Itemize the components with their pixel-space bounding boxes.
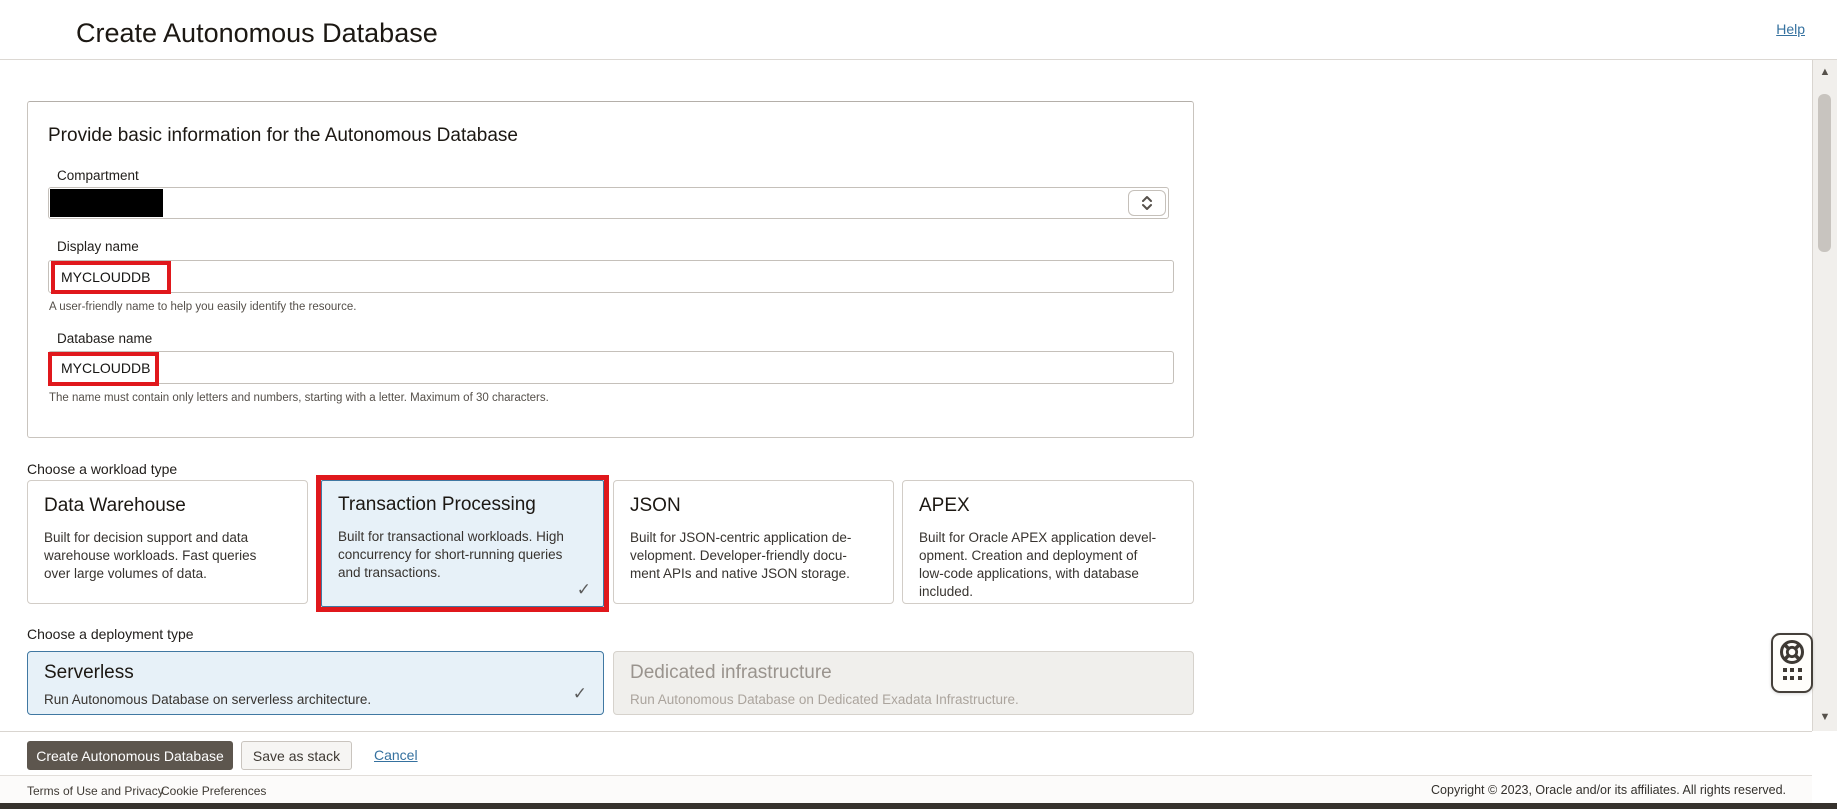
page-header: Create Autonomous Database Help	[0, 0, 1837, 60]
database-name-helper: The name must contain only letters and n…	[49, 392, 549, 404]
selected-check-icon: ✓	[572, 684, 587, 703]
copyright-text: Copyright © 2023, Oracle and/or its affi…	[1431, 783, 1786, 797]
deployment-card-dedicated-infrastructure: Dedicated infrastructure Run Autonomous …	[613, 651, 1194, 715]
workload-type-label: Choose a workload type	[27, 461, 178, 477]
deployment-card-title: Serverless	[44, 662, 134, 683]
create-autonomous-database-page: Create Autonomous Database Help Provide …	[0, 0, 1837, 809]
page-footer: Terms of Use and Privacy Cookie Preferen…	[0, 775, 1812, 803]
deployment-card-serverless[interactable]: Serverless Run Autonomous Database on se…	[27, 651, 604, 715]
workload-card-json[interactable]: JSON Built for JSON-centric application …	[613, 480, 894, 604]
save-as-stack-button[interactable]: Save as stack	[241, 741, 352, 770]
workload-card-description: Built for transactional workloads. High …	[338, 529, 564, 580]
compartment-label: Compartment	[57, 168, 139, 183]
scrollbar-thumb[interactable]	[1818, 94, 1831, 252]
display-name-label: Display name	[57, 239, 139, 254]
display-name-helper: A user-friendly name to help you easily …	[49, 301, 357, 313]
compartment-select[interactable]	[48, 187, 1169, 219]
basic-info-card: Provide basic information for the Autono…	[27, 101, 1194, 438]
vertical-scrollbar[interactable]: ▲ ▼	[1812, 60, 1837, 731]
terms-of-use-link[interactable]: Terms of Use and Privacy	[27, 784, 164, 798]
workload-card-title: APEX	[919, 495, 970, 516]
workload-card-description: Built for Oracle APEX application devel-…	[919, 530, 1157, 599]
scroll-down-icon[interactable]: ▼	[1813, 711, 1837, 723]
help-link[interactable]: Help	[1776, 21, 1805, 37]
compartment-value-redacted	[50, 189, 163, 217]
cancel-link[interactable]: Cancel	[374, 747, 418, 763]
selected-check-icon: ✓	[576, 580, 591, 599]
transaction-processing-annotation-box: Transaction Processing Built for transac…	[316, 475, 609, 612]
workload-card-description: Built for JSON-centric application de- v…	[630, 530, 852, 581]
life-ring-icon	[1779, 639, 1805, 665]
bottom-window-edge	[0, 803, 1837, 809]
workload-card-data-warehouse[interactable]: Data Warehouse Built for decision suppor…	[27, 480, 308, 604]
chevron-up-down-icon	[1142, 196, 1152, 210]
database-name-label: Database name	[57, 331, 153, 346]
workload-card-transaction-processing[interactable]: Transaction Processing Built for transac…	[321, 480, 604, 607]
workload-card-title: Data Warehouse	[44, 495, 186, 516]
workload-card-description: Built for decision support and data ware…	[44, 530, 257, 581]
deployment-type-label: Choose a deployment type	[27, 626, 194, 642]
workload-card-title: JSON	[630, 495, 681, 516]
support-widget-button[interactable]	[1771, 633, 1813, 693]
grid-dots-icon	[1782, 668, 1802, 680]
deployment-card-description: Run Autonomous Database on Dedicated Exa…	[630, 692, 1019, 707]
display-name-input[interactable]	[48, 260, 1174, 293]
page-title: Create Autonomous Database	[76, 18, 438, 48]
create-autonomous-database-button[interactable]: Create Autonomous Database	[27, 741, 233, 770]
cookie-preferences-link[interactable]: Cookie Preferences	[161, 784, 266, 798]
database-name-input[interactable]	[48, 351, 1174, 384]
basic-info-heading: Provide basic information for the Autono…	[48, 125, 518, 146]
compartment-stepper[interactable]	[1128, 190, 1166, 216]
scroll-up-icon[interactable]: ▲	[1813, 66, 1837, 78]
workload-card-apex[interactable]: APEX Built for Oracle APEX application d…	[902, 480, 1194, 604]
deployment-card-description: Run Autonomous Database on serverless ar…	[44, 692, 372, 707]
action-bar: Create Autonomous Database Save as stack…	[0, 731, 1812, 775]
workload-card-title: Transaction Processing	[338, 494, 536, 515]
deployment-card-title: Dedicated infrastructure	[630, 662, 832, 683]
